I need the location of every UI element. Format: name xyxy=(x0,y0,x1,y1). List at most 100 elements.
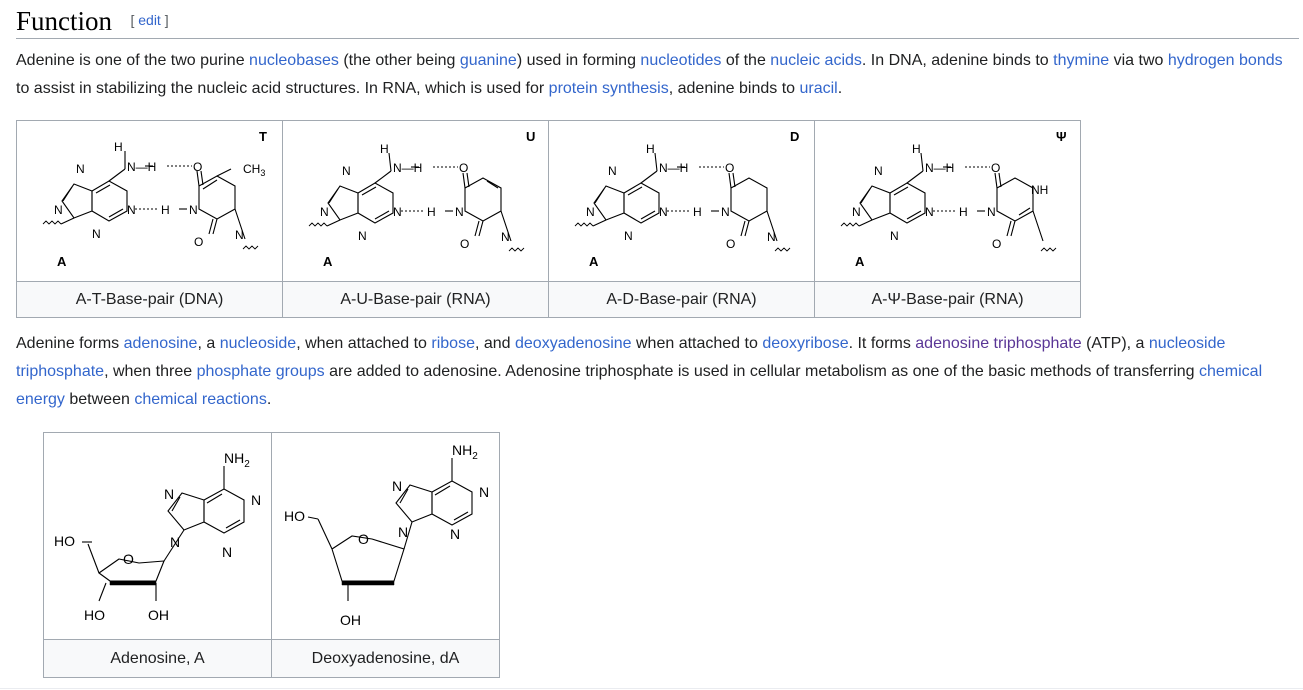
section-title: Function xyxy=(16,6,113,36)
svg-text:N: N xyxy=(925,205,934,219)
link-nucleotides[interactable]: nucleotides xyxy=(640,52,721,69)
svg-text:O: O xyxy=(193,160,202,174)
svg-text:N: N xyxy=(890,229,899,243)
svg-text:O: O xyxy=(358,531,369,547)
link-guanine[interactable]: guanine xyxy=(460,52,517,69)
link-nucleic-acids[interactable]: nucleic acids xyxy=(770,52,862,69)
link-uracil[interactable]: uracil xyxy=(800,80,838,97)
link-adenosine-triphosphate[interactable]: adenosine triphosphate xyxy=(915,335,1081,352)
svg-text:H: H xyxy=(114,140,123,154)
svg-text:HO: HO xyxy=(54,533,75,549)
svg-text:OH: OH xyxy=(340,612,361,628)
svg-text:N: N xyxy=(127,203,136,217)
link-nucleobases[interactable]: nucleobases xyxy=(249,52,339,69)
caption-ad: A-D-Base-pair (RNA) xyxy=(548,281,815,318)
svg-text:N: N xyxy=(320,205,329,219)
svg-text:N: N xyxy=(450,526,460,542)
svg-text:N: N xyxy=(586,205,595,219)
caption-deoxyadenosine: Deoxyadenosine, dA xyxy=(271,639,500,678)
svg-text:N—H: N—H xyxy=(659,161,688,175)
edit-section: [ edit ] xyxy=(130,12,169,28)
basepair-apsi-image[interactable]: Ψ A H N—H O NH N N N N H N O xyxy=(814,120,1081,282)
caption-adenosine: Adenosine, A xyxy=(43,639,272,678)
svg-text:N: N xyxy=(76,162,85,176)
svg-text:N: N xyxy=(874,164,883,178)
svg-text:N: N xyxy=(251,492,261,508)
svg-text:N: N xyxy=(398,524,408,540)
link-deoxyadenosine[interactable]: deoxyadenosine xyxy=(515,335,632,352)
svg-text:H: H xyxy=(693,205,702,219)
svg-text:N: N xyxy=(235,228,244,242)
link-phosphate-groups[interactable]: phosphate groups xyxy=(197,363,325,380)
edit-link[interactable]: edit xyxy=(138,12,161,28)
svg-text:NH: NH xyxy=(1031,183,1048,197)
partner-label: U xyxy=(526,129,535,144)
svg-text:N: N xyxy=(342,164,351,178)
svg-text:HO: HO xyxy=(284,508,305,524)
basepair-gallery: T A H N—H O CH3 N N N N H N N O U A H N—… xyxy=(16,120,1081,318)
nh2-label: NH2 xyxy=(224,450,250,470)
svg-text:N—H: N—H xyxy=(127,160,156,174)
svg-text:N: N xyxy=(987,205,996,219)
nh2-label: NH2 xyxy=(452,442,478,462)
link-thymine[interactable]: thymine xyxy=(1053,52,1109,69)
section-heading: Function [ edit ] xyxy=(16,4,1299,39)
partner-label: T xyxy=(259,129,267,144)
link-protein-synthesis[interactable]: protein synthesis xyxy=(549,80,669,97)
svg-text:N—H: N—H xyxy=(925,161,954,175)
deoxyadenosine-image[interactable]: NH2 N N N N O HO OH xyxy=(271,432,500,640)
base-label: A xyxy=(589,254,599,269)
caption-au: A-U-Base-pair (RNA) xyxy=(282,281,549,318)
paragraph-nucleosides: Adenine forms adenosine, a nucleoside, w… xyxy=(16,335,1263,408)
svg-text:HO: HO xyxy=(84,607,105,623)
link-chemical-reactions[interactable]: chemical reactions xyxy=(134,391,267,408)
svg-text:O: O xyxy=(123,551,134,567)
svg-text:O: O xyxy=(725,161,734,175)
svg-text:OH: OH xyxy=(148,607,169,623)
svg-text:N: N xyxy=(624,229,633,243)
svg-text:N: N xyxy=(392,478,402,494)
svg-text:N: N xyxy=(608,164,617,178)
adenosine-image[interactable]: NH2 N N N N O HO HO OH xyxy=(43,432,272,640)
caption-at: A-T-Base-pair (DNA) xyxy=(16,281,283,318)
svg-text:H: H xyxy=(959,205,968,219)
svg-text:N: N xyxy=(358,229,367,243)
link-hydrogen-bonds[interactable]: hydrogen bonds xyxy=(1168,52,1283,69)
svg-text:H: H xyxy=(380,142,389,156)
caption-apsi: A-Ψ-Base-pair (RNA) xyxy=(814,281,1081,318)
basepair-at-image[interactable]: T A H N—H O CH3 N N N N H N N O xyxy=(16,120,283,282)
basepair-au-image[interactable]: U A H N—H O N N N N H N N O xyxy=(282,120,549,282)
svg-text:N: N xyxy=(164,486,174,502)
svg-text:O: O xyxy=(194,235,203,249)
svg-text:O: O xyxy=(460,237,469,251)
nucleoside-gallery: NH2 N N N N O HO HO OH NH2 N N N N O HO … xyxy=(43,432,500,678)
svg-text:H: H xyxy=(912,142,921,156)
partner-label: D xyxy=(790,129,799,144)
link-ribose[interactable]: ribose xyxy=(431,335,475,352)
paragraph-function: Adenine is one of the two purine nucleob… xyxy=(16,52,1283,97)
svg-text:N: N xyxy=(852,205,861,219)
link-adenosine[interactable]: adenosine xyxy=(124,335,198,352)
base-label: A xyxy=(57,254,67,269)
svg-text:N: N xyxy=(170,534,180,550)
svg-text:N: N xyxy=(189,203,198,217)
svg-text:N: N xyxy=(501,230,510,244)
bottom-divider xyxy=(0,688,1303,689)
svg-text:O: O xyxy=(459,161,468,175)
basepair-ad-image[interactable]: D A H N—H O N N N N H N N O xyxy=(548,120,815,282)
svg-text:N: N xyxy=(455,205,464,219)
link-nucleoside[interactable]: nucleoside xyxy=(220,335,297,352)
svg-text:N: N xyxy=(659,205,668,219)
svg-text:O: O xyxy=(992,237,1001,251)
link-deoxyribose[interactable]: deoxyribose xyxy=(762,335,848,352)
svg-text:O: O xyxy=(991,161,1000,175)
svg-text:H: H xyxy=(161,203,170,217)
svg-text:N: N xyxy=(393,205,402,219)
svg-text:N: N xyxy=(92,227,101,241)
svg-text:H: H xyxy=(646,142,655,156)
svg-text:CH3: CH3 xyxy=(243,162,265,178)
svg-text:O: O xyxy=(726,237,735,251)
base-label: A xyxy=(323,254,333,269)
base-label: A xyxy=(855,254,865,269)
partner-label: Ψ xyxy=(1056,129,1067,144)
